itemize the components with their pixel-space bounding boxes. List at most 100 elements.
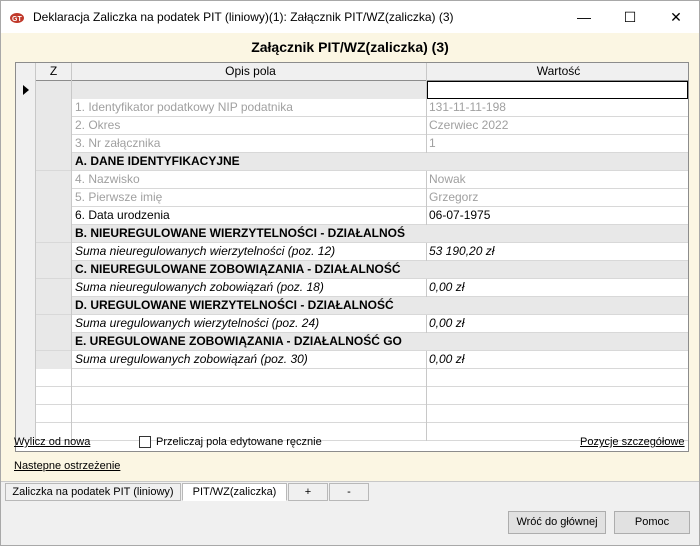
row-indicator — [16, 117, 36, 135]
row-value[interactable]: 0,00 zł — [427, 315, 688, 333]
tab-remove-button[interactable]: - — [329, 483, 369, 501]
row-label — [72, 81, 427, 99]
recalc-link[interactable]: Wylicz od nowa — [14, 436, 90, 448]
row-indicator — [16, 333, 36, 351]
section-title: B. NIEUREGULOWANE WIERZYTELNOŚCI - DZIAŁ… — [75, 226, 405, 240]
row-value[interactable]: 0,00 zł — [427, 279, 688, 297]
header-indicator — [16, 63, 36, 81]
row-value[interactable]: Nowak — [427, 171, 688, 189]
row-label: Suma uregulowanych zobowiązań (poz. 30) — [72, 351, 427, 369]
row-indicator — [16, 369, 36, 387]
column-header-opis[interactable]: Opis pola — [72, 63, 427, 81]
next-warning-link[interactable]: Nastepne ostrzeżenie — [14, 460, 120, 472]
bottom-links: Wylicz od nowa Przeliczaj pola edytowane… — [1, 436, 699, 476]
row-z-cell — [36, 81, 72, 99]
column-header-z[interactable]: Z — [36, 63, 72, 81]
row-value[interactable]: 53 190,20 zł — [427, 243, 688, 261]
section-row: D. UREGULOWANE WIERZYTELNOŚCI - DZIAŁALN… — [16, 297, 688, 315]
row-indicator — [16, 387, 36, 405]
empty-row — [16, 387, 688, 405]
row-label: 5. Pierwsze imię — [72, 189, 427, 207]
row-pointer-icon — [16, 81, 36, 99]
row-label: 1. Identyfikator podatkowy NIP podatnika — [72, 99, 427, 117]
empty-row — [16, 369, 688, 387]
column-header-value[interactable]: Wartość — [427, 63, 688, 81]
row-indicator — [16, 207, 36, 225]
row-label: Suma uregulowanych wierzytelności (poz. … — [72, 315, 427, 333]
row-z-cell — [36, 99, 72, 117]
dialog-footer: Wróć do głównej Pomoc — [1, 501, 699, 545]
row-value[interactable]: 1 — [427, 135, 688, 153]
dialog-content: Załącznik PIT/WZ(zaliczka) (3) Z Opis po… — [1, 33, 699, 481]
row-z-cell — [36, 369, 72, 387]
section-row: E. UREGULOWANE ZOBOWIĄZANIA - DZIAŁALNOŚ… — [16, 333, 688, 351]
row-z-cell — [36, 279, 72, 297]
maximize-icon[interactable]: ☐ — [607, 1, 653, 33]
row-indicator — [16, 153, 36, 171]
tab-bar: Zaliczka na podatek PIT (liniowy) PIT/WZ… — [1, 481, 699, 501]
table-row[interactable]: 5. Pierwsze imię Grzegorz — [16, 189, 688, 207]
table-row[interactable]: Suma uregulowanych zobowiązań (poz. 30) … — [16, 351, 688, 369]
section-row: B. NIEUREGULOWANE WIERZYTELNOŚCI - DZIAŁ… — [16, 225, 688, 243]
window-title: Deklaracja Zaliczka na podatek PIT (lini… — [33, 10, 454, 24]
table-row[interactable]: 3. Nr załącznika 1 — [16, 135, 688, 153]
row-indicator — [16, 351, 36, 369]
table-row[interactable]: 2. Okres Czerwiec 2022 — [16, 117, 688, 135]
row-label: 6. Data urodzenia — [72, 207, 427, 225]
table-row[interactable]: 4. Nazwisko Nowak — [16, 171, 688, 189]
row-z-cell — [36, 297, 72, 315]
recalc-checkbox-row[interactable]: Przeliczaj pola edytowane ręcznie — [139, 436, 322, 448]
section-title: E. UREGULOWANE ZOBOWIĄZANIA - DZIAŁALNOŚ… — [75, 334, 402, 348]
row-indicator — [16, 279, 36, 297]
row-indicator — [16, 405, 36, 423]
section-title: C. NIEUREGULOWANE ZOBOWIĄZANIA - DZIAŁAL… — [75, 262, 401, 276]
checkbox-label: Przeliczaj pola edytowane ręcznie — [156, 436, 322, 448]
empty-cell — [72, 369, 427, 387]
row-value[interactable]: 131-11-11-198 — [427, 99, 688, 117]
row-indicator — [16, 315, 36, 333]
row-z-cell — [36, 207, 72, 225]
row-z-cell — [36, 387, 72, 405]
tab-pit-wz[interactable]: PIT/WZ(zaliczka) — [182, 483, 287, 501]
title-bar: GT Deklaracja Zaliczka na podatek PIT (l… — [1, 1, 699, 33]
row-value[interactable]: Grzegorz — [427, 189, 688, 207]
section-row: C. NIEUREGULOWANE ZOBOWIĄZANIA - DZIAŁAL… — [16, 261, 688, 279]
row-z-cell — [36, 243, 72, 261]
close-icon[interactable]: ✕ — [653, 1, 699, 33]
row-z-cell — [36, 351, 72, 369]
table-row[interactable]: Suma nieuregulowanych zobowiązań (poz. 1… — [16, 279, 688, 297]
row-indicator — [16, 243, 36, 261]
details-link[interactable]: Pozycje szczegółowe — [580, 436, 685, 448]
dialog-window: GT Deklaracja Zaliczka na podatek PIT (l… — [0, 0, 700, 546]
row-indicator — [16, 135, 36, 153]
grid-header: Z Opis pola Wartość — [16, 63, 688, 81]
help-button[interactable]: Pomoc — [614, 511, 690, 534]
table-row[interactable]: Suma nieuregulowanych wierzytelności (po… — [16, 243, 688, 261]
row-z-cell — [36, 153, 72, 171]
table-row[interactable] — [16, 81, 688, 99]
section-title: D. UREGULOWANE WIERZYTELNOŚCI - DZIAŁALN… — [75, 298, 394, 312]
row-indicator — [16, 189, 36, 207]
row-indicator — [16, 99, 36, 117]
minimize-icon[interactable]: — — [561, 1, 607, 33]
row-label: Suma nieuregulowanych zobowiązań (poz. 1… — [72, 279, 427, 297]
section-title: A. DANE IDENTYFIKACYJNE — [75, 154, 240, 168]
svg-text:GT: GT — [12, 16, 22, 23]
back-to-main-button[interactable]: Wróć do głównej — [508, 511, 606, 534]
row-value[interactable]: 06-07-1975 — [427, 207, 688, 225]
row-indicator — [16, 171, 36, 189]
recalc-manual-checkbox[interactable] — [139, 436, 151, 448]
fields-grid: Z Opis pola Wartość 1. Identyfikator pod… — [15, 62, 689, 452]
row-indicator — [16, 261, 36, 279]
row-value[interactable]: 0,00 zł — [427, 351, 688, 369]
tab-add-button[interactable]: + — [288, 483, 328, 501]
row-z-cell — [36, 261, 72, 279]
row-indicator — [16, 297, 36, 315]
row-value[interactable] — [427, 81, 688, 99]
table-row[interactable]: Suma uregulowanych wierzytelności (poz. … — [16, 315, 688, 333]
table-row[interactable]: 1. Identyfikator podatkowy NIP podatnika… — [16, 99, 688, 117]
row-value[interactable]: Czerwiec 2022 — [427, 117, 688, 135]
table-row[interactable]: 6. Data urodzenia 06-07-1975 — [16, 207, 688, 225]
section-row: A. DANE IDENTYFIKACYJNE — [16, 153, 688, 171]
tab-zaliczka[interactable]: Zaliczka na podatek PIT (liniowy) — [5, 483, 181, 501]
